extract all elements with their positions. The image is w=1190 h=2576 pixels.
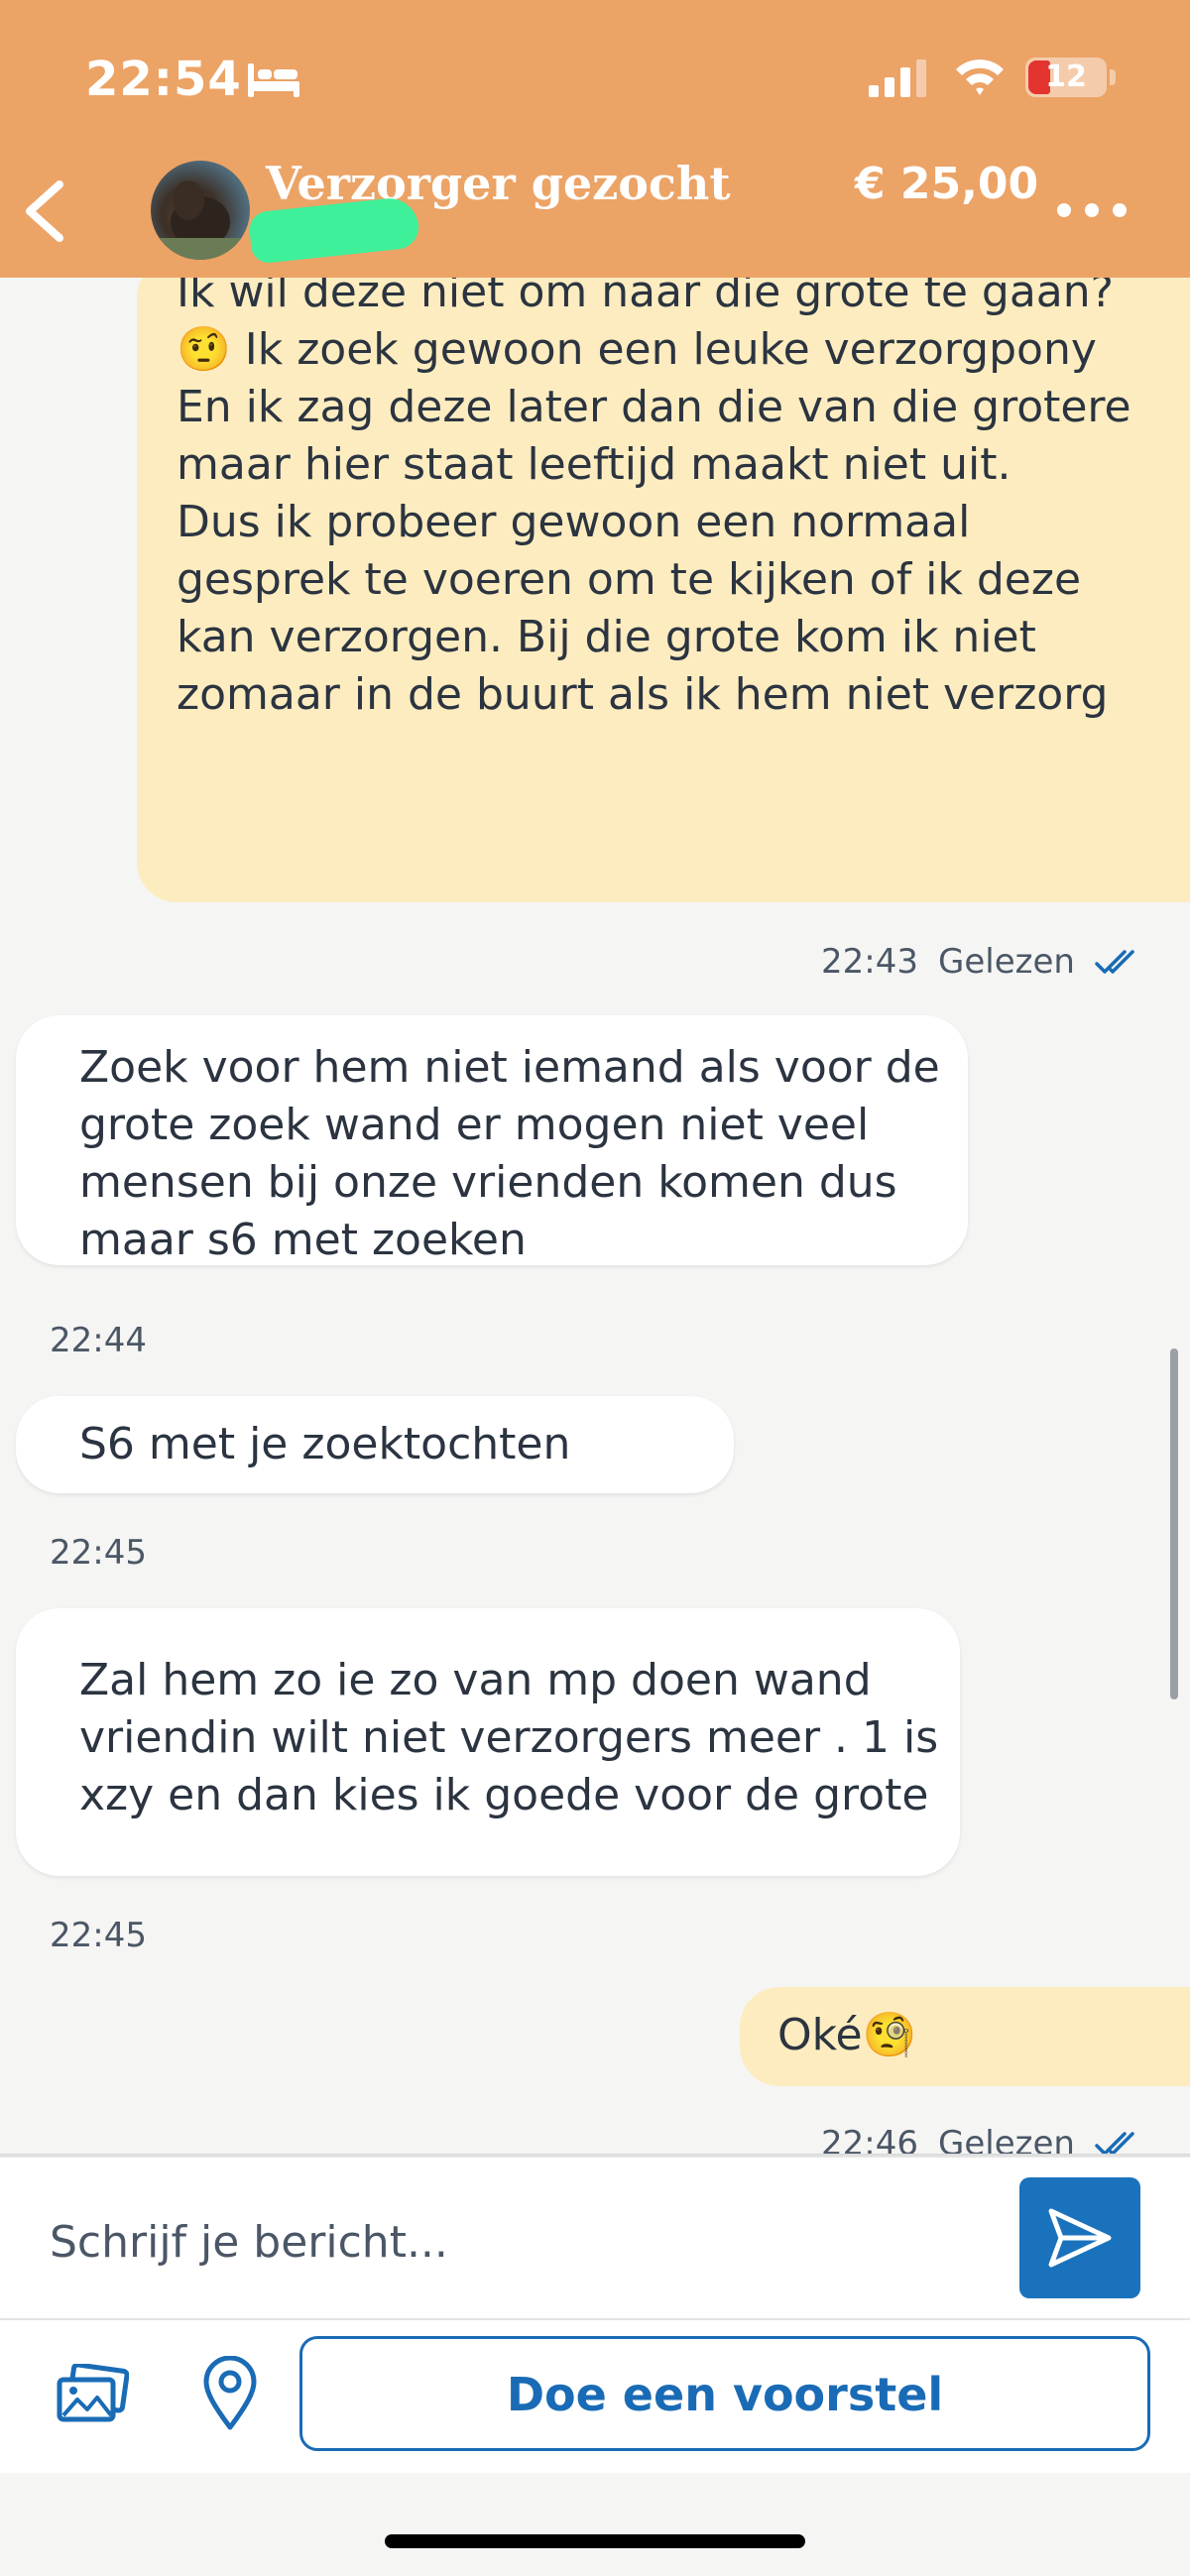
message-text: Zal hem zo ie zo van mp doen wand vriend… bbox=[79, 1655, 939, 1820]
read-status: Gelezen bbox=[938, 2124, 1075, 2157]
message-bubble-incoming: Zal hem zo ie zo van mp doen wand vriend… bbox=[16, 1608, 960, 1876]
image-icon[interactable] bbox=[56, 2364, 129, 2425]
message-bubble-incoming: Zoek voor hem niet iemand als voor de gr… bbox=[16, 1015, 968, 1265]
message-text: Ik wil deze niet om naar die grote te ga… bbox=[177, 278, 1131, 720]
message-time: 22:44 bbox=[50, 1321, 147, 1360]
message-bubble-outgoing: Oké🧐 bbox=[740, 1987, 1190, 2086]
wifi-icon bbox=[956, 59, 1004, 95]
send-button[interactable] bbox=[1019, 2177, 1140, 2298]
double-check-icon bbox=[1095, 2132, 1134, 2156]
battery-tip bbox=[1110, 69, 1116, 85]
message-input[interactable] bbox=[48, 2201, 984, 2283]
bed-icon bbox=[248, 63, 299, 97]
battery-level: 12 bbox=[1045, 59, 1087, 94]
message-time: 22:45 bbox=[50, 1916, 147, 1955]
chat-header: 22:54 12 Verzorger gezocht € 25,00 bbox=[0, 0, 1190, 278]
chevron-left-icon bbox=[26, 180, 63, 242]
listing-price: € 25,00 bbox=[855, 159, 1039, 209]
message-bubble-incoming: S6 met je zoektochten bbox=[16, 1396, 734, 1493]
more-dots-icon[interactable] bbox=[1057, 202, 1140, 221]
status-time: 22:54 bbox=[85, 52, 242, 107]
message-time: 22:43 bbox=[821, 942, 918, 982]
message-text: Oké🧐 bbox=[777, 2010, 917, 2060]
read-status: Gelezen bbox=[938, 942, 1075, 982]
back-button[interactable] bbox=[18, 175, 77, 248]
location-pin-icon[interactable] bbox=[202, 2356, 258, 2431]
battery-icon: 12 bbox=[1025, 58, 1107, 97]
double-check-icon bbox=[1095, 950, 1134, 974]
message-time: 22:46 bbox=[821, 2124, 918, 2157]
message-text: Zoek voor hem niet iemand als voor de gr… bbox=[79, 1042, 940, 1265]
make-offer-button[interactable]: Doe een voorstel bbox=[299, 2336, 1150, 2451]
chat-title[interactable]: Verzorger gezocht bbox=[266, 157, 731, 210]
home-indicator[interactable] bbox=[385, 2534, 805, 2548]
avatar[interactable] bbox=[151, 161, 250, 260]
home-area bbox=[0, 2473, 1190, 2576]
signal-icon bbox=[869, 59, 926, 97]
message-bubble-outgoing: Ik wil deze niet om naar die grote te ga… bbox=[137, 278, 1190, 902]
send-icon bbox=[1048, 2208, 1112, 2268]
message-time: 22:45 bbox=[50, 1533, 147, 1573]
scrollbar[interactable] bbox=[1170, 1348, 1178, 1699]
message-text: S6 met je zoektochten bbox=[79, 1419, 571, 1469]
message-list[interactable]: Ik wil deze niet om naar die grote te ga… bbox=[0, 278, 1190, 2157]
